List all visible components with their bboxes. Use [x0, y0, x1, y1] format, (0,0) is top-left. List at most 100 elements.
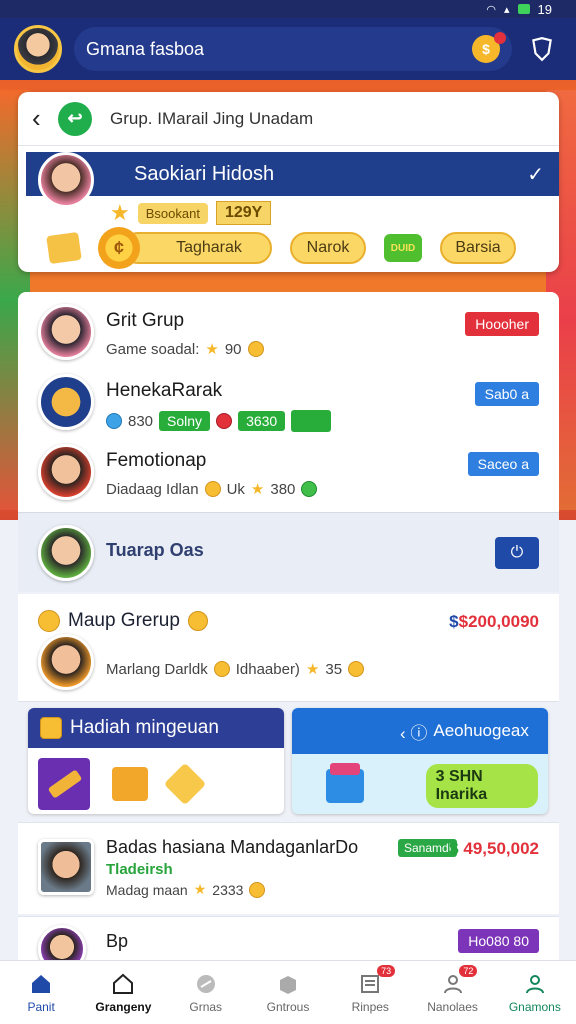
treasure-box-icon[interactable]	[112, 767, 148, 801]
map-group-header: Maup Grerup	[38, 610, 208, 632]
member-name: HenekaRarak	[106, 380, 223, 401]
list-item[interactable]: Badas hasiana MandaganlarDo Sanamdl $ 49…	[18, 822, 559, 914]
banner-name: Saokiari Hidosh	[134, 162, 275, 185]
member-extra: Uk	[226, 480, 245, 498]
star-icon: ★	[305, 661, 320, 678]
person-icon	[525, 974, 544, 993]
map-group-price: $$200,0090	[449, 612, 539, 632]
nav-item-list[interactable]: 73 Rinpes	[329, 961, 411, 1024]
shield-icon	[532, 37, 552, 62]
row-score: 2333	[212, 881, 244, 898]
coin-icon	[204, 481, 221, 497]
nav-item-tags[interactable]: Grnas	[165, 961, 247, 1024]
group-avatar	[38, 152, 94, 208]
nav-label: Panit	[27, 999, 55, 1014]
power-icon: ⏻	[510, 544, 524, 561]
nav-item-group[interactable]: Grangeny	[82, 961, 164, 1024]
tag-icon	[196, 974, 215, 993]
map-group-row[interactable]: Maup Grerup $$200,0090 Marlang Darldk Id…	[18, 594, 559, 702]
group-card-header: ‹ ↩ Grup. IMarail Jing Unadam	[18, 92, 559, 146]
nav-item-person[interactable]: Gnamons	[494, 961, 576, 1024]
exchange-panel[interactable]: ‹ ⓘ Aeohuogeax 3 SHN Inarika	[292, 708, 548, 814]
star-icon: ★	[110, 200, 130, 225]
member-tag[interactable]: Sab0 a	[474, 382, 539, 406]
scroll-reward-icon[interactable]	[38, 758, 90, 810]
map-group-sub: Marlang Darldk Idhaaber) ★ 35	[106, 660, 365, 678]
member-name: Femotionap	[106, 450, 207, 471]
search-bar[interactable]: Gmana fasboa $	[74, 27, 512, 71]
row-tag[interactable]: Ho080 80	[458, 929, 539, 953]
shield-button[interactable]	[522, 29, 562, 69]
nav-badge: 72	[459, 965, 478, 977]
coin-icon	[213, 661, 230, 677]
tuarap-avatar	[38, 525, 94, 581]
shopping-bag-icon[interactable]	[326, 763, 364, 803]
member-score: 380	[270, 480, 296, 498]
bottom-nav: Panit Grangeny Grnas Gntrous 73 Rinpes 7…	[0, 960, 576, 1024]
battery-icon	[517, 4, 530, 14]
weekly-reward-title: Hadiah mingeuan	[70, 717, 219, 738]
exchange-items: 3 SHN Inarika	[292, 754, 548, 814]
member-score: 830	[128, 412, 154, 430]
exchange-back-icon[interactable]: ‹ ⓘ	[400, 719, 427, 744]
action-pill-3[interactable]: Barsia	[440, 232, 516, 264]
row-price: $ 49,50,002	[449, 839, 539, 859]
row-avatar	[38, 839, 94, 895]
member-chip: Solny	[159, 411, 211, 431]
map-sub-text-2: Idhaaber)	[235, 660, 300, 678]
tuarap-action-button[interactable]: ⏻	[495, 537, 539, 569]
nav-label: Nanolaes	[427, 999, 478, 1014]
member-chip-2: 3630	[238, 411, 286, 431]
list-item[interactable]: HenekaRarak 830 Solny 3630 Sab0 a	[18, 362, 559, 432]
reward-items	[28, 748, 284, 814]
gift-box-icon[interactable]	[46, 231, 82, 265]
coin-icon	[187, 611, 208, 631]
gem-icon	[301, 481, 318, 497]
list-item[interactable]: Femotionap Diadaag Idlan Uk ★ 380 Saceo …	[18, 432, 559, 502]
gem-icon	[106, 413, 122, 429]
tuarap-row[interactable]: Tuarap Oas ⏻	[18, 512, 559, 592]
coin-notification-icon[interactable]: $	[472, 32, 506, 63]
group-banner[interactable]: Saokiari Hidosh ✓	[26, 152, 559, 196]
group-title: Grup. IMarail Jing Unadam	[110, 108, 314, 128]
star-icon: ★	[193, 881, 207, 897]
action-pill-1[interactable]: Tagharak	[122, 232, 272, 264]
check-icon[interactable]: ✓	[527, 162, 544, 187]
exchange-chip[interactable]: 3 SHN Inarika	[425, 764, 538, 808]
member-score: 90	[224, 340, 242, 358]
green-gift-icon[interactable]: DUID	[384, 234, 422, 262]
action-pill-2[interactable]: Narok	[290, 232, 366, 264]
member-tag[interactable]: Hoooher	[465, 312, 539, 336]
signal-icon: ▴	[504, 3, 510, 16]
map-sub-text: Marlang Darldk	[106, 660, 208, 678]
nav-item-home[interactable]: Panit	[0, 961, 82, 1024]
nav-label: Rinpes	[351, 999, 389, 1014]
action-row: ¢ Tagharak Narok DUID Barsia	[46, 226, 549, 270]
coin-icon	[38, 610, 60, 632]
nav-badge: 73	[377, 965, 396, 977]
weekly-reward-header: Hadiah mingeuan	[28, 708, 284, 748]
row-name: Bp	[106, 931, 129, 951]
user-avatar[interactable]	[14, 25, 62, 73]
coin-icon: ¢	[98, 227, 140, 269]
member-avatar	[38, 444, 94, 500]
star-icon: ★	[205, 341, 219, 358]
back-arrow-icon[interactable]: ‹	[32, 103, 54, 134]
tuarap-title: Tuarap Oas	[106, 540, 204, 560]
member-sub-text: Game soadal:	[106, 340, 200, 358]
list-item[interactable]: Bp Ho080 80	[18, 916, 559, 973]
weekly-reward-panel[interactable]: Hadiah mingeuan	[28, 708, 284, 814]
member-avatar	[38, 304, 94, 360]
member-name: Grit Grup	[106, 310, 185, 331]
bell-reward-icon[interactable]	[163, 762, 207, 806]
nav-label: Grnas	[189, 999, 223, 1014]
nav-label: Gnamons	[508, 999, 561, 1014]
star-icon: ★	[250, 481, 265, 498]
member-tag[interactable]: Saceo a	[467, 452, 539, 476]
apple-icon	[216, 413, 233, 429]
rank-label: Bsookant	[137, 202, 208, 224]
nav-item-box[interactable]: Gntrous	[247, 961, 329, 1024]
map-group-avatar	[38, 634, 94, 690]
list-item[interactable]: Grit Grup Game soadal: ★ 90 Hoooher	[18, 292, 559, 362]
nav-item-user[interactable]: 72 Nanolaes	[411, 961, 493, 1024]
